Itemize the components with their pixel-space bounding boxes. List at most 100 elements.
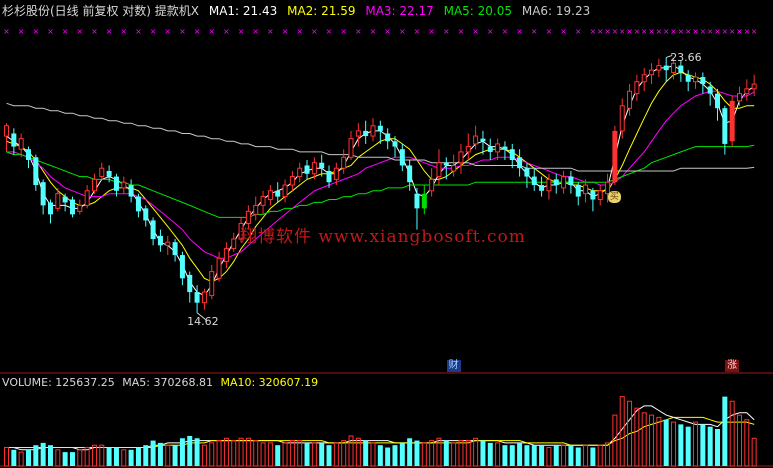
- candle-body: [267, 190, 273, 200]
- volume-bar: [165, 444, 171, 467]
- candle-body: [634, 81, 640, 95]
- candle-body: [128, 185, 134, 197]
- volume-bar: [583, 444, 589, 467]
- candle-body: [509, 149, 515, 160]
- x-marker: ×: [120, 27, 127, 36]
- top-markers: × × × × × × × × × × × × × × × × × × × × × × × × × × × × × × × × × × × × × × × ×…: [3, 27, 757, 36]
- candle-body: [414, 193, 420, 209]
- candle-body: [597, 190, 603, 200]
- candles: [4, 57, 757, 313]
- volume-header: VOLUME: 125637.25 MA5: 370268.81 MA10: 3…: [2, 376, 322, 389]
- candle-body: [546, 178, 552, 192]
- candle-body: [47, 202, 53, 215]
- candle-body: [473, 135, 479, 145]
- x-marker: ×: [326, 27, 333, 36]
- volume-bar: [121, 449, 127, 467]
- volume-bar: [135, 447, 141, 466]
- x-marker: ×: [714, 27, 721, 36]
- x-marker: ×: [751, 27, 758, 36]
- candle-body: [495, 143, 501, 153]
- volume-bar: [722, 396, 728, 466]
- x-marker: ×: [531, 27, 538, 36]
- candle-body: [399, 149, 405, 166]
- x-marker: ×: [619, 27, 626, 36]
- candle-body: [671, 62, 677, 73]
- candle-body: [524, 168, 530, 177]
- volume-bar: [715, 429, 721, 466]
- x-marker: ×: [597, 27, 604, 36]
- volume-bar: [392, 445, 398, 466]
- volume-bar: [62, 452, 68, 466]
- x-marker: ×: [590, 27, 597, 36]
- candle-body: [99, 167, 105, 178]
- candle-body: [715, 93, 721, 109]
- x-marker: ×: [685, 27, 692, 36]
- x-marker: ×: [62, 27, 69, 36]
- candle-body: [326, 170, 332, 183]
- volume-bar: [33, 445, 39, 466]
- ma1-label: MA1: 21.43: [208, 4, 278, 18]
- candle-body: [421, 193, 427, 209]
- volume-bar: [172, 445, 178, 466]
- candle-body: [341, 156, 347, 169]
- volume-bar: [304, 442, 310, 466]
- x-marker: ×: [634, 27, 641, 36]
- x-marker: ×: [311, 27, 318, 36]
- volume-bar: [106, 447, 112, 466]
- x-marker: ×: [76, 27, 83, 36]
- x-marker: ×: [340, 27, 347, 36]
- volume-bar: [443, 440, 449, 466]
- volume-bar: [597, 444, 603, 467]
- x-marker: ×: [699, 27, 706, 36]
- x-marker: ×: [743, 27, 750, 36]
- rise-marker[interactable]: 涨: [725, 360, 740, 372]
- x-marker: ×: [179, 27, 186, 36]
- grid-lines: [0, 54, 773, 467]
- volume-bar: [590, 447, 596, 466]
- x-marker: ×: [194, 27, 201, 36]
- volume-bar: [319, 442, 325, 466]
- candle-body: [656, 65, 662, 71]
- candle-body: [377, 125, 383, 131]
- volume-bar: [399, 442, 405, 466]
- candle-body: [737, 93, 742, 102]
- volume-bar: [605, 442, 611, 467]
- candle-body: [311, 162, 317, 175]
- x-marker: ×: [252, 27, 259, 36]
- volume-bar: [282, 442, 288, 467]
- candle-body: [319, 162, 325, 169]
- volume-bar: [267, 442, 273, 467]
- finance-marker[interactable]: 财: [446, 360, 461, 372]
- ma5-label: MA5: 20.05: [443, 4, 513, 18]
- x-marker: ×: [648, 27, 655, 36]
- x-marker: ×: [546, 27, 553, 36]
- candle-body: [165, 241, 171, 246]
- x-marker: ×: [370, 27, 377, 36]
- volume-bar: [245, 437, 251, 467]
- x-marker: ×: [384, 27, 391, 36]
- volume-bar: [539, 445, 545, 466]
- volume-bar: [553, 445, 559, 466]
- volume-bar: [77, 449, 83, 467]
- volume-bar: [465, 440, 471, 467]
- candle-body: [451, 164, 457, 172]
- x-marker: ×: [721, 27, 728, 36]
- volume-bar: [663, 419, 669, 466]
- x-marker: ×: [604, 27, 611, 36]
- candle-body: [275, 190, 281, 197]
- candle-body: [40, 182, 46, 206]
- candle-body: [194, 292, 200, 303]
- candle-body: [612, 130, 618, 183]
- volume-bar: [414, 440, 420, 466]
- chart-header: 杉杉股份(日线 前复权 对数) 提款机X MA1: 21.43 MA2: 21.…: [2, 2, 596, 19]
- x-marker: ×: [150, 27, 157, 36]
- x-marker: ×: [656, 27, 663, 36]
- volume-bar: [575, 447, 581, 466]
- volume-bar: [209, 442, 215, 467]
- buy-signal-badge: 买: [607, 191, 621, 204]
- x-marker: ×: [670, 27, 677, 36]
- volume-bar: [69, 452, 75, 466]
- candle-body: [363, 130, 369, 137]
- x-marker: ×: [575, 27, 582, 36]
- volume-bar: [693, 421, 699, 467]
